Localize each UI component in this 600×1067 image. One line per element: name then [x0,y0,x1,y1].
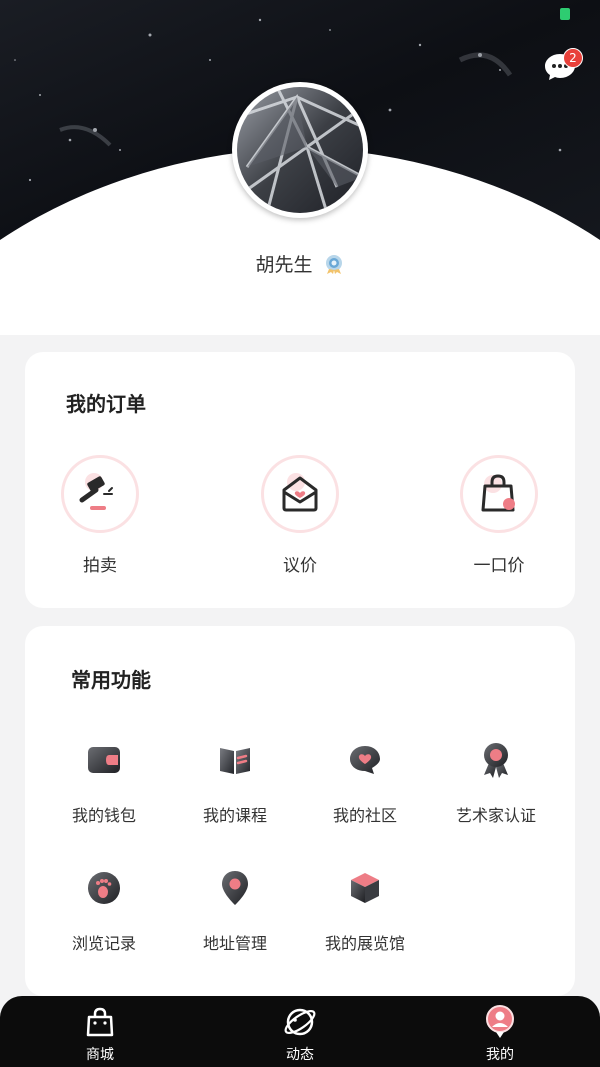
username-row: 胡先生 [0,250,600,277]
func-label-community: 我的社区 [332,806,397,825]
tab-label-feed: 动态 [286,1047,314,1063]
func-address[interactable]: 地址管理 [170,868,300,954]
shopping-bag-icon [86,1007,114,1037]
community-heart-icon [350,746,380,774]
orders-title: 我的订单 [66,392,146,416]
tab-profile[interactable]: 我的 [450,1004,550,1064]
auction-hammer-icon [79,473,113,510]
book-icon [220,748,250,774]
bottom-tab-bar: 商城 动态 我的 [0,996,600,1067]
username: 胡先生 [255,254,313,276]
profile-icon [486,1005,514,1038]
func-wallet[interactable]: 我的钱包 [39,740,169,826]
order-label-auction: 拍卖 [83,556,117,576]
order-item-bargain[interactable]: 议价 [240,455,360,576]
func-label-artist-cert: 艺术家认证 [455,806,536,825]
func-courses[interactable]: 我的课程 [170,740,300,826]
tab-label-profile: 我的 [486,1047,514,1063]
avatar-image [237,87,363,213]
func-label-address: 地址管理 [202,934,267,953]
func-label-wallet: 我的钱包 [71,806,136,825]
status-indicator [560,8,570,20]
tab-feed[interactable]: 动态 [250,1004,350,1064]
footprint-icon [88,872,120,904]
func-history[interactable]: 浏览记录 [39,868,169,954]
shopping-bag-icon [481,474,515,512]
func-label-gallery: 我的展览馆 [324,934,405,953]
order-label-bargain: 议价 [283,556,317,576]
location-pin-icon [222,871,248,905]
tab-mall[interactable]: 商城 [50,1004,150,1064]
planet-icon [284,1008,316,1036]
wallet-icon [88,747,120,773]
order-label-fixed-price: 一口价 [473,556,525,576]
cube-icon [351,873,379,903]
tab-label-mall: 商城 [86,1047,114,1063]
envelope-heart-icon [282,473,318,512]
order-item-auction[interactable]: 拍卖 [40,455,160,576]
orders-card: 我的订单 拍卖 议价 一口价 [25,352,575,608]
avatar[interactable] [232,82,368,218]
profile-header: 2 胡先生 [0,0,600,335]
func-artist-cert[interactable]: 艺术家认证 [431,740,561,826]
func-label-courses: 我的课程 [202,806,267,825]
func-label-history: 浏览记录 [71,934,136,953]
functions-title: 常用功能 [71,668,151,692]
award-medal-icon [484,743,508,778]
func-gallery[interactable]: 我的展览馆 [300,868,430,954]
verified-badge-icon [325,254,342,274]
message-badge: 2 [563,48,583,68]
order-item-fixed-price[interactable]: 一口价 [439,455,559,576]
functions-card: 常用功能 我的钱包 我的课程 我的社区 艺术家认证 浏览记录 地址管理 我的展览… [25,626,575,996]
func-community[interactable]: 我的社区 [300,740,430,826]
